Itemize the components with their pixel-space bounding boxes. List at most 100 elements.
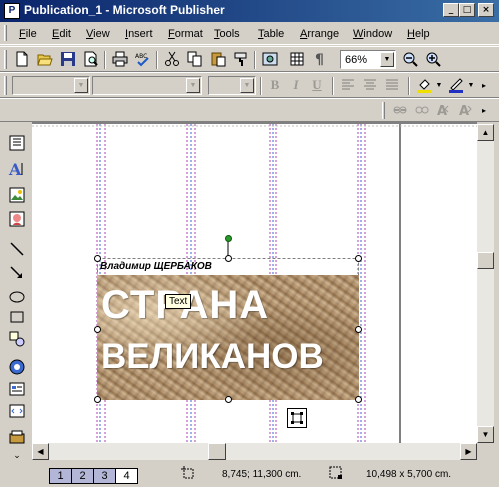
resize-handle-bottom[interactable]	[225, 396, 232, 403]
rotation-handle[interactable]	[225, 235, 232, 242]
menu-tools[interactable]: Tools	[214, 28, 240, 40]
bold-button[interactable]: B	[265, 75, 285, 95]
rectangle-icon[interactable]	[6, 306, 28, 328]
chevron-down-icon[interactable]: ▼	[380, 52, 394, 67]
svg-text:ABC: ABC	[135, 53, 147, 60]
title-bar: P Publication_1 - Microsoft Publisher _ …	[0, 0, 499, 22]
columns-icon[interactable]	[287, 49, 307, 69]
fill-color-icon[interactable]	[414, 75, 434, 95]
special-characters-icon[interactable]: ¶	[310, 49, 330, 69]
vertical-scrollbar[interactable]: ▲ ▼	[477, 124, 494, 443]
toolbar-separator	[104, 51, 106, 69]
hot-spot-icon[interactable]	[6, 356, 28, 378]
line-color-icon[interactable]	[446, 75, 466, 95]
next-frame-icon[interactable]: A	[456, 100, 476, 120]
line-icon[interactable]	[6, 238, 28, 260]
resize-handle-top-right[interactable]	[355, 255, 362, 262]
menu-help[interactable]: Help	[407, 28, 430, 40]
pointer-icon[interactable]	[6, 132, 28, 154]
arrow-icon[interactable]	[6, 262, 28, 284]
paste-icon[interactable]	[208, 49, 228, 69]
toolbar-options-icon[interactable]: ▸	[478, 100, 490, 120]
resize-handle-top[interactable]	[225, 255, 232, 262]
resize-handle-bottom-left[interactable]	[94, 396, 101, 403]
html-code-icon[interactable]	[6, 400, 28, 422]
print-preview-icon[interactable]	[81, 49, 101, 69]
page-tab-4[interactable]: 4	[115, 468, 138, 484]
author-text[interactable]: Владимир ЩЕРБАКОВ	[100, 261, 212, 272]
chevron-down-icon[interactable]: ▼	[240, 78, 254, 93]
open-icon[interactable]	[35, 49, 55, 69]
zoom-out-icon[interactable]	[400, 49, 420, 69]
scroll-up-icon[interactable]: ▲	[477, 124, 494, 141]
vertical-scroll-thumb[interactable]	[477, 252, 494, 269]
spelling-icon[interactable]: ABC	[133, 49, 153, 69]
menu-insert[interactable]: Insert	[125, 28, 153, 40]
align-left-icon[interactable]	[338, 75, 358, 95]
publisher-icon[interactable]: P	[4, 3, 20, 19]
minimize-button[interactable]: _	[443, 3, 459, 17]
headline-wordart[interactable]: СТРАНА ВЕЛИКАНОВ	[97, 275, 359, 400]
cut-icon[interactable]	[162, 49, 182, 69]
toolbar-grip[interactable]	[382, 102, 385, 119]
menu-view[interactable]: View	[86, 28, 110, 40]
resize-handle-left[interactable]	[94, 326, 101, 333]
window-title: Publication_1 - Microsoft Publisher	[24, 3, 225, 17]
svg-text:A: A	[437, 104, 447, 118]
wordart-toolbar-icon[interactable]	[287, 408, 307, 428]
svg-text:A: A	[8, 160, 22, 178]
page-tab-2[interactable]: 2	[71, 468, 94, 484]
style-select[interactable]: ▼	[12, 76, 90, 95]
page-tab-1[interactable]: 1	[49, 468, 72, 484]
zoom-in-icon[interactable]	[423, 49, 443, 69]
menu-file[interactable]: File	[19, 28, 37, 40]
underline-button[interactable]: U	[307, 75, 327, 95]
zoom-select[interactable]: 66% ▼	[340, 50, 396, 69]
copy-icon[interactable]	[185, 49, 205, 69]
autoshapes-icon[interactable]	[6, 328, 28, 350]
menu-window[interactable]: Window	[353, 28, 392, 40]
align-center-icon[interactable]	[360, 75, 380, 95]
scroll-left-icon[interactable]: ◀	[32, 443, 49, 460]
horizontal-scrollbar[interactable]: ◀ ▶	[32, 443, 477, 460]
font-select[interactable]: ▼	[92, 76, 202, 95]
form-control-icon[interactable]	[6, 378, 28, 400]
chevron-down-icon[interactable]: ▼	[186, 78, 200, 93]
unlink-frames-icon[interactable]	[412, 100, 432, 120]
resize-handle-bottom-right[interactable]	[355, 396, 362, 403]
scroll-right-icon[interactable]: ▶	[460, 443, 477, 460]
toolbar-options-icon[interactable]: ▸	[478, 75, 490, 95]
close-button[interactable]: ×	[478, 3, 494, 17]
insert-picture-icon[interactable]	[260, 49, 280, 69]
new-icon[interactable]	[12, 49, 32, 69]
link-frames-icon[interactable]	[390, 100, 410, 120]
print-icon[interactable]	[110, 49, 130, 69]
oval-icon[interactable]	[6, 286, 28, 308]
italic-button[interactable]: I	[286, 75, 306, 95]
fill-color-dropdown[interactable]: ▼	[434, 75, 444, 95]
scroll-down-icon[interactable]: ▼	[477, 426, 494, 443]
justify-icon[interactable]	[382, 75, 402, 95]
toolbar-grip[interactable]	[4, 50, 7, 69]
maximize-button[interactable]: □	[459, 3, 475, 17]
publication-page[interactable]: Владимир ЩЕРБАКОВ СТРАНА ВЕЛИКАНОВ Text	[32, 124, 477, 443]
clip-art-icon[interactable]	[6, 208, 28, 230]
picture-frame-icon[interactable]	[6, 184, 28, 206]
toolbar-grip[interactable]	[4, 76, 7, 95]
menu-table[interactable]: Table	[258, 28, 284, 40]
font-size-select[interactable]: ▼	[208, 76, 256, 95]
horizontal-scroll-thumb[interactable]	[208, 443, 226, 460]
save-icon[interactable]	[58, 49, 78, 69]
previous-frame-icon[interactable]: A	[434, 100, 454, 120]
resize-handle-top-left[interactable]	[94, 255, 101, 262]
text-box-icon[interactable]: A	[6, 158, 28, 180]
toolbar-grip[interactable]	[4, 25, 7, 41]
menu-format[interactable]: Format	[168, 28, 203, 40]
resize-handle-right[interactable]	[355, 326, 362, 333]
menu-edit[interactable]: Edit	[52, 28, 71, 40]
format-painter-icon[interactable]	[231, 49, 251, 69]
line-color-dropdown[interactable]: ▼	[466, 75, 476, 95]
chevron-down-icon[interactable]: ▼	[74, 78, 88, 93]
page-tab-3[interactable]: 3	[93, 468, 116, 484]
menu-arrange[interactable]: Arrange	[300, 28, 339, 40]
